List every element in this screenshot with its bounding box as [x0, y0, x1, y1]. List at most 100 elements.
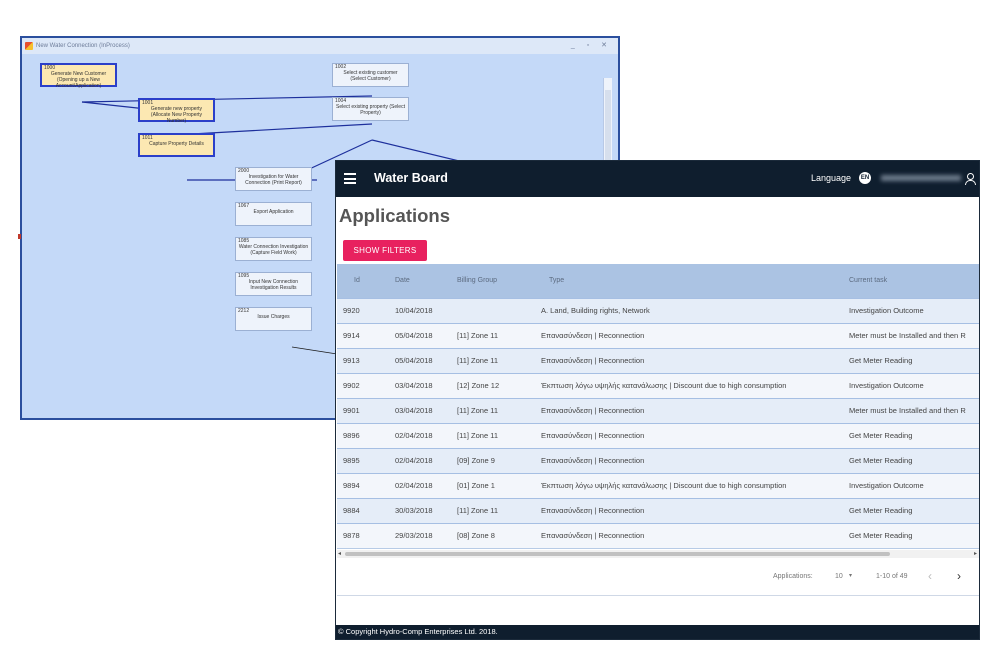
- next-page-icon[interactable]: ›: [957, 569, 961, 583]
- workflow-step[interactable]: 1002 Select existing customer (Select Cu…: [332, 63, 409, 87]
- cell-id: 9896: [343, 431, 360, 440]
- column-header-id[interactable]: Id: [337, 264, 377, 298]
- menu-icon[interactable]: [344, 173, 356, 184]
- cell-current-task: Meter must be Installed and then R: [849, 406, 966, 415]
- page-size-select[interactable]: 10: [835, 573, 843, 580]
- table-row[interactable]: 9895 02/04/2018 [09] Zone 9 Επανασύνδεση | …: [337, 448, 979, 473]
- workflow-step[interactable]: 1000 Generate New Customer (Opening up a…: [40, 63, 117, 89]
- cell-date: 10/04/2018: [395, 306, 433, 315]
- cell-id: 9884: [343, 506, 360, 515]
- workflow-step[interactable]: 1067 Export Application: [235, 202, 312, 226]
- app-brand: Water Board: [374, 171, 448, 185]
- cell-current-task: Investigation Outcome: [849, 481, 924, 490]
- table-row[interactable]: 9914 05/04/2018 [11] Zone 11 Επανασύνδεση |…: [337, 323, 979, 348]
- cell-id: 9920: [343, 306, 360, 315]
- cell-id: 9895: [343, 456, 360, 465]
- cell-type: Επανασύνδεση | Reconnection: [541, 356, 645, 365]
- cell-type: Επανασύνδεση | Reconnection: [541, 431, 645, 440]
- table-row[interactable]: 9920 10/04/2018 A. Land, Building rights, …: [337, 298, 979, 323]
- cell-current-task: Get Meter Reading: [849, 356, 913, 365]
- scroll-left-arrow-icon[interactable]: ◂: [338, 550, 341, 558]
- globe-icon[interactable]: EN: [859, 172, 871, 184]
- workflow-step[interactable]: 2212 Issue Charges: [235, 307, 312, 331]
- cell-date: 05/04/2018: [395, 331, 433, 340]
- cell-date: 02/04/2018: [395, 431, 433, 440]
- window-controls[interactable]: _ ▫ ✕: [571, 38, 612, 54]
- pagination: Applications: 10 ▾ 1-10 of 49 ‹ ›: [336, 569, 979, 589]
- column-header-billing-group[interactable]: Billing Group: [445, 264, 537, 298]
- language-selector[interactable]: Language: [811, 173, 851, 183]
- show-filters-button[interactable]: Show Filters: [343, 240, 427, 261]
- pagination-range: 1-10 of 49: [876, 573, 908, 580]
- cell-id: 9894: [343, 481, 360, 490]
- column-header-current-task[interactable]: Current task: [842, 264, 979, 298]
- cell-billing-group: [09] Zone 9: [457, 456, 495, 465]
- table-row[interactable]: 9896 02/04/2018 [11] Zone 11 Επανασύνδεση |…: [337, 423, 979, 448]
- cell-date: 02/04/2018: [395, 481, 433, 490]
- table-row[interactable]: 9913 05/04/2018 [11] Zone 11 Επανασύνδεση |…: [337, 348, 979, 373]
- cell-billing-group: [11] Zone 11: [457, 331, 499, 340]
- scroll-thumb[interactable]: [345, 552, 890, 556]
- cell-billing-group: [11] Zone 11: [457, 406, 499, 415]
- cell-billing-group: [11] Zone 11: [457, 431, 499, 440]
- pagination-label: Applications:: [773, 573, 813, 580]
- table-header-row: Id Date Billing Group Type Current task: [337, 264, 979, 298]
- column-header-date[interactable]: Date: [377, 264, 445, 298]
- cell-billing-group: [11] Zone 11: [457, 356, 499, 365]
- cell-current-task: Investigation Outcome: [849, 381, 924, 390]
- divider: [337, 595, 979, 596]
- column-header-type[interactable]: Type: [537, 264, 842, 298]
- table-row[interactable]: 9878 29/03/2018 [08] Zone 8 Επανασύνδεση | …: [337, 523, 979, 548]
- cell-current-task: Get Meter Reading: [849, 506, 913, 515]
- applications-table: Id Date Billing Group Type Current task …: [337, 264, 979, 549]
- cell-current-task: Get Meter Reading: [849, 531, 913, 541]
- canvas-marker: [18, 234, 21, 239]
- workflow-step[interactable]: 1085 Water Connection Investigation (Cap…: [235, 237, 312, 261]
- workflow-step[interactable]: 1095 Input New Connection Investigation …: [235, 272, 312, 296]
- user-name-redacted: [881, 175, 961, 181]
- cell-billing-group: [01] Zone 1: [457, 481, 495, 490]
- cell-type: Επανασύνδεση | Reconnection: [541, 531, 645, 541]
- cell-type: Επανασύνδεση | Reconnection: [541, 406, 645, 415]
- cell-date: 02/04/2018: [395, 456, 433, 465]
- cell-billing-group: [08] Zone 8: [457, 531, 495, 541]
- page-title: Applications: [339, 205, 451, 226]
- table-row[interactable]: 9901 03/04/2018 [11] Zone 11 Επανασύνδεση |…: [337, 398, 979, 423]
- cell-billing-group: [445, 298, 537, 323]
- dropdown-caret-icon[interactable]: ▾: [849, 572, 852, 579]
- cell-type: Έκπτωση λόγω υψηλής κατανάλωσης | Discou…: [541, 381, 787, 390]
- workflow-step[interactable]: 1004 Select existing property (Select Pr…: [332, 97, 409, 121]
- cell-id: 9878: [343, 531, 360, 541]
- table-row[interactable]: 9894 02/04/2018 [01] Zone 1 Έκπτωση λόγω υψ…: [337, 473, 979, 498]
- cell-date: 29/03/2018: [395, 531, 433, 541]
- workflow-step[interactable]: 2000 Investigation for Water Connection …: [235, 167, 312, 191]
- workflow-titlebar[interactable]: New Water Connection (InProcess) _ ▫ ✕: [22, 38, 618, 55]
- applications-app-window: Water Board Language EN Applications Sho…: [335, 160, 980, 640]
- scroll-right-arrow-icon[interactable]: ▸: [974, 550, 977, 558]
- cell-type: Έκπτωση λόγω υψηλής κατανάλωσης | Discou…: [541, 481, 787, 490]
- cell-id: 9913: [343, 356, 360, 365]
- cell-id: 9914: [343, 331, 360, 340]
- app-toolbar: Water Board Language EN: [336, 161, 979, 197]
- table-row[interactable]: 9902 03/04/2018 [12] Zone 12 Έκπτωση λόγω υ…: [337, 373, 979, 398]
- table-row[interactable]: 9884 30/03/2018 [11] Zone 11 Επανασύνδεση |…: [337, 498, 979, 523]
- cell-current-task: Get Meter Reading: [849, 431, 913, 440]
- cell-billing-group: [12] Zone 12: [457, 381, 500, 390]
- cell-billing-group: [11] Zone 11: [457, 506, 499, 515]
- account-icon[interactable]: [964, 172, 976, 186]
- table-body: 9920 10/04/2018 A. Land, Building rights, …: [337, 298, 979, 548]
- previous-page-icon[interactable]: ‹: [928, 569, 932, 583]
- cell-type: Επανασύνδεση | Reconnection: [541, 506, 645, 515]
- app-icon: [25, 42, 33, 50]
- cell-id: 9901: [343, 406, 360, 415]
- cell-date: 03/04/2018: [395, 381, 433, 390]
- cell-date: 03/04/2018: [395, 406, 433, 415]
- cell-current-task: Investigation Outcome: [849, 306, 924, 315]
- workflow-window-title: New Water Connection (InProcess): [36, 43, 130, 49]
- cell-id: 9902: [343, 381, 360, 390]
- cell-date: 30/03/2018: [395, 506, 433, 515]
- workflow-step[interactable]: 1001 Generate new property (Allocate New…: [138, 98, 215, 124]
- cell-current-task: Get Meter Reading: [849, 456, 913, 465]
- workflow-step[interactable]: 1011 Capture Property Details: [138, 133, 215, 157]
- horizontal-scrollbar[interactable]: ◂ ▸: [337, 550, 979, 558]
